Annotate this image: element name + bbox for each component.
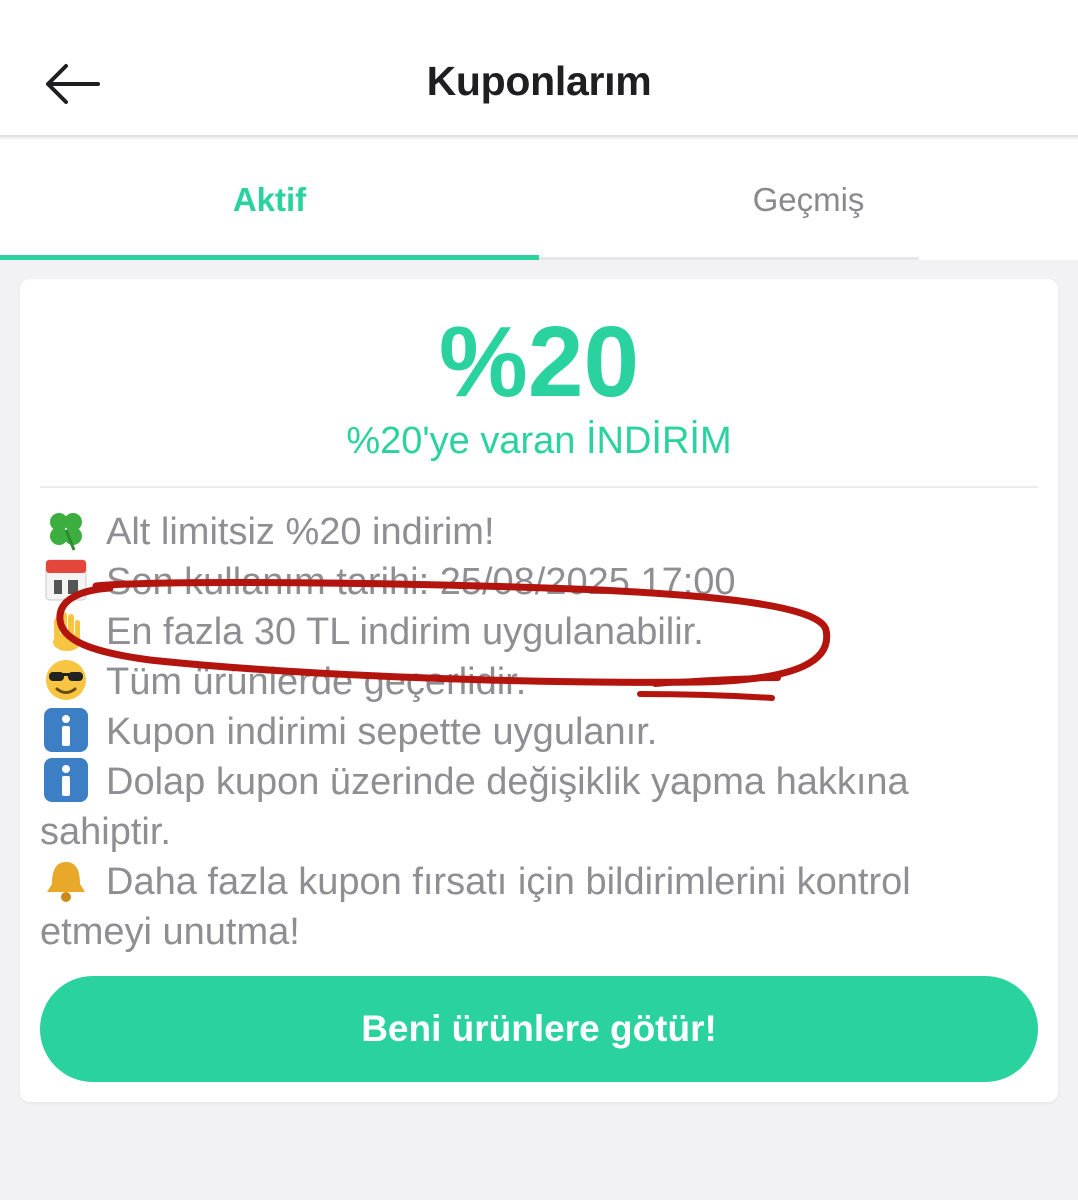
active-tab-indicator	[0, 255, 539, 260]
detail-item: Dolap kupon üzerinde değişiklik yapma ha…	[40, 757, 1020, 857]
detail-item: Kupon indirimi sepette uygulanır.	[40, 707, 1020, 757]
detail-item: Tüm ürünlerde geçerlidir.	[40, 657, 1020, 707]
coupon-card: %20 %20'ye varan İNDİRİM Alt limitsiz %2…	[20, 279, 1058, 1102]
detail-text: Dolap kupon üzerinde değişiklik yapma ha…	[40, 761, 909, 853]
detail-text: Alt limitsiz %20 indirim!	[106, 511, 495, 553]
calendar-icon	[45, 559, 87, 601]
coupon-subtitle: %20'ye varan İNDİRİM	[346, 420, 732, 462]
detail-text: Son kullanım tarihi: 25/08/2025 17:00	[106, 561, 736, 603]
detail-item: En fazla 30 TL indirim uygulanabilir.	[40, 607, 1020, 657]
sunglasses-face-icon	[46, 660, 86, 700]
detail-item: Son kullanım tarihi: 25/08/2025 17:00	[40, 557, 1020, 607]
coupon-details: Alt limitsiz %20 indirim! Son kullanım t…	[40, 507, 1020, 957]
tab-aktif[interactable]: Aktif	[0, 139, 539, 260]
card-divider	[40, 486, 1038, 488]
tab-gecmis[interactable]: Geçmiş	[539, 139, 1078, 260]
detail-text: Tüm ürünlerde geçerlidir.	[106, 661, 527, 703]
app-header: Kuponlarım	[0, 0, 1078, 137]
raised-hand-icon	[53, 612, 81, 651]
coupon-amount: %20	[438, 306, 640, 418]
info-icon	[44, 708, 88, 752]
detail-text: En fazla 30 TL indirim uygulanabilir.	[106, 611, 704, 653]
detail-text: Kupon indirimi sepette uygulanır.	[106, 711, 658, 753]
detail-item: Daha fazla kupon fırsatı için bildirimle…	[40, 857, 1020, 957]
tab-baseline	[539, 257, 919, 260]
detail-text: Daha fazla kupon fırsatı için bildirimle…	[40, 861, 911, 953]
page-title: Kuponlarım	[426, 58, 652, 104]
four-leaf-clover-icon	[50, 513, 82, 551]
tab-bar: Aktif Geçmiş	[0, 139, 1078, 260]
go-to-products-button[interactable]: Beni ürünlere götür!	[40, 976, 1038, 1082]
bell-icon	[47, 862, 85, 902]
detail-item: Alt limitsiz %20 indirim!	[40, 507, 1020, 557]
info-icon	[44, 758, 88, 802]
